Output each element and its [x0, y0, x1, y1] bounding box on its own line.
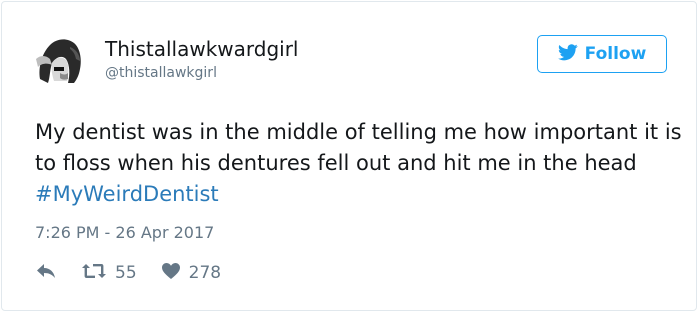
tweet-timestamp[interactable]: 7:26 PM - 26 Apr 2017 [35, 223, 214, 243]
avatar[interactable] [30, 29, 86, 85]
retweet-button[interactable]: 55 [81, 262, 137, 284]
hashtag-link[interactable]: #MyWeirdDentist [35, 182, 219, 206]
bird-icon [557, 43, 578, 65]
tweet-card: Thistallawkwardgirl @thistallawkgirl Fol… [1, 1, 697, 311]
tweet-actions: 55 278 [35, 260, 221, 286]
display-name[interactable]: Thistallawkwardgirl [105, 37, 299, 61]
reply-button[interactable] [35, 262, 57, 284]
follow-label: Follow [584, 44, 647, 64]
user-handle[interactable]: @thistallawkgirl [105, 64, 217, 82]
like-button[interactable]: 278 [161, 262, 221, 284]
tweet-text: My dentist was in the middle of telling … [35, 117, 685, 210]
retweet-icon [81, 262, 107, 284]
heart-icon [161, 262, 181, 284]
reply-icon [35, 262, 57, 284]
tweet-body: My dentist was in the middle of telling … [35, 120, 682, 175]
retweet-count: 55 [115, 263, 137, 283]
like-count: 278 [188, 263, 222, 283]
follow-button[interactable]: Follow [537, 35, 667, 73]
